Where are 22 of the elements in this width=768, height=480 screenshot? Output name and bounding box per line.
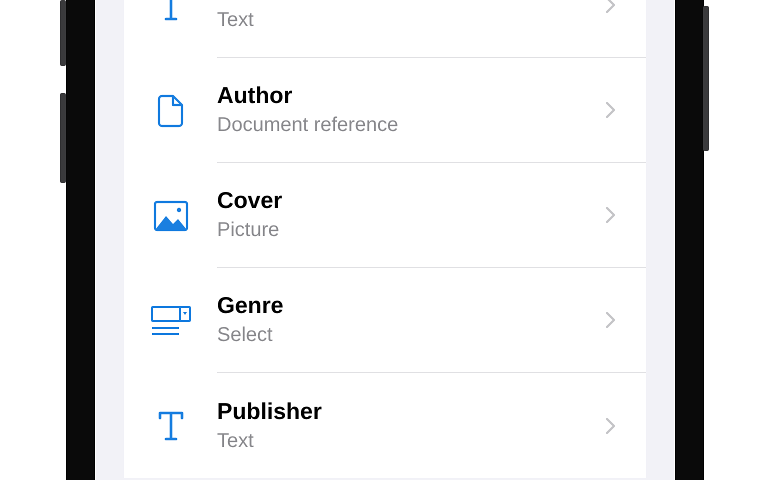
letter-t-icon bbox=[156, 408, 186, 442]
document-icon bbox=[156, 94, 184, 128]
chevron-right-icon bbox=[605, 206, 616, 224]
dropdown-field-icon bbox=[150, 304, 192, 336]
field-row[interactable]: Publisher Text bbox=[124, 373, 646, 478]
field-title: Author bbox=[217, 81, 294, 110]
field-type: Document reference bbox=[217, 113, 400, 138]
field-type: Select bbox=[217, 323, 274, 348]
field-row[interactable]: Genre Select bbox=[124, 268, 646, 373]
picture-icon bbox=[152, 200, 188, 232]
field-type: Text bbox=[217, 428, 255, 454]
field-title: Publisher bbox=[217, 396, 323, 426]
field-title: Cover bbox=[217, 186, 284, 215]
field-type: Text bbox=[217, 8, 255, 33]
chevron-right-icon bbox=[605, 101, 616, 119]
field-row[interactable]: Author Document reference bbox=[124, 58, 646, 163]
chevron-right-icon bbox=[605, 416, 616, 434]
chevron-right-icon bbox=[605, 0, 616, 14]
field-title: Genre bbox=[217, 291, 284, 320]
chevron-right-icon bbox=[605, 311, 616, 329]
field-row[interactable]: Cover Picture bbox=[124, 163, 646, 268]
field-type: Picture bbox=[217, 218, 280, 243]
